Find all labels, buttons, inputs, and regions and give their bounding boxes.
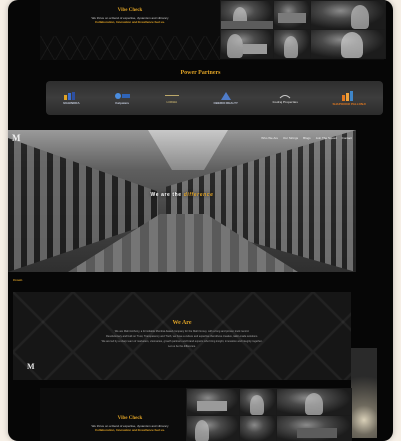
- who-paragraph: We are led by a sharp team of marketers,…: [101, 340, 263, 343]
- nav-item[interactable]: Join The Squad: [316, 136, 337, 140]
- vibe-check-text: Vibe Check We thrive on a blend of exper…: [40, 8, 220, 24]
- hero-sky: [148, 130, 228, 170]
- main-nav: Who We Are Our Strings Blogs Join The Sq…: [261, 136, 352, 140]
- partner-logo-icon: [115, 92, 131, 99]
- office-photo: [273, 29, 311, 59]
- partner-logo-icon: [220, 91, 231, 100]
- office-photo: [239, 388, 277, 416]
- vibe-check-highlight: Collaboration, Innovation and Excellence…: [94, 428, 165, 432]
- office-photo: [310, 29, 386, 59]
- vibe-check-section-bottom: Vibe Check We thrive on a blend of exper…: [40, 388, 352, 441]
- nav-item[interactable]: Contact: [342, 136, 352, 140]
- partner-logo[interactable]: Kalpataru: [114, 92, 131, 105]
- vibe-check-body: We thrive on a blend of expertise, dynam…: [40, 16, 220, 24]
- hero-banner: M Who We Are Our Strings Blogs Join The …: [8, 130, 356, 272]
- partner-logo-name: Godrej Properties: [272, 99, 298, 104]
- partner-logo[interactable]: MAHINDRA: [63, 91, 80, 105]
- brand-label: Crown: [13, 278, 23, 282]
- partner-logo-name: LODHA: [166, 99, 178, 104]
- partner-logo[interactable]: OBEROI REALTY: [213, 91, 238, 105]
- who-paragraph: Let us be the difference.: [168, 345, 196, 348]
- partner-logo-icon: [279, 94, 291, 98]
- section-logo: M: [27, 362, 35, 371]
- office-photo: [186, 415, 240, 441]
- who-we-are-title: We Are: [172, 320, 192, 326]
- office-photo: [220, 29, 274, 59]
- partner-logo[interactable]: Godrej Properties: [273, 93, 298, 104]
- office-photo: [276, 415, 352, 441]
- hero-tagline-accent: difference: [183, 192, 214, 198]
- office-photo: [273, 0, 311, 30]
- side-photo: [351, 348, 377, 438]
- partner-logo-name: MAHINDRA: [63, 100, 80, 105]
- hero-tagline: We are the difference: [8, 192, 356, 198]
- vibe-check-title: Vibe Check: [117, 8, 143, 13]
- partner-logo-icon: [164, 94, 179, 96]
- website-preview: Vibe Check We thrive on a blend of exper…: [8, 0, 393, 441]
- hero-tagline-lead: We are the: [150, 192, 182, 198]
- partner-logo[interactable]: SHAPOORJI PALLONJI: [332, 90, 366, 106]
- partner-logo-name: OBEROI REALTY: [213, 100, 238, 105]
- partner-logo-name: SHAPOORJI PALLONJI: [332, 101, 366, 106]
- site-logo[interactable]: M: [12, 133, 21, 143]
- who-we-are-section: We Are We are Mahi Anthony, a formidable…: [13, 292, 351, 380]
- office-photo: [276, 388, 352, 416]
- partner-logo-icon: [342, 90, 354, 101]
- who-paragraph: We are Mahi Anthony, a formidable Mumbai…: [114, 330, 250, 333]
- partners-title: Power Partners: [180, 70, 221, 76]
- partner-logo[interactable]: LODHA: [164, 93, 179, 104]
- partner-logo-icon: [64, 91, 76, 100]
- who-paragraph: Revolutionary and built on Trust, Transp…: [106, 335, 258, 338]
- partner-logo-name: Kalpataru: [115, 100, 130, 105]
- nav-item[interactable]: Our Strings: [283, 136, 298, 140]
- office-photo: [186, 388, 240, 416]
- nav-item[interactable]: Blogs: [303, 136, 311, 140]
- office-photo: [220, 0, 274, 30]
- vibe-check-highlight: Collaboration, Innovation and Excellence…: [94, 20, 165, 24]
- vibe-check-section-top: Vibe Check We thrive on a blend of exper…: [40, 0, 386, 60]
- nav-item[interactable]: Who We Are: [261, 136, 278, 140]
- partner-logos-bar: MAHINDRA Kalpataru LODHA OBEROI REALTY G…: [46, 81, 383, 115]
- floor-pattern: [40, 36, 220, 60]
- office-photo: [239, 415, 277, 441]
- office-photo: [310, 0, 386, 30]
